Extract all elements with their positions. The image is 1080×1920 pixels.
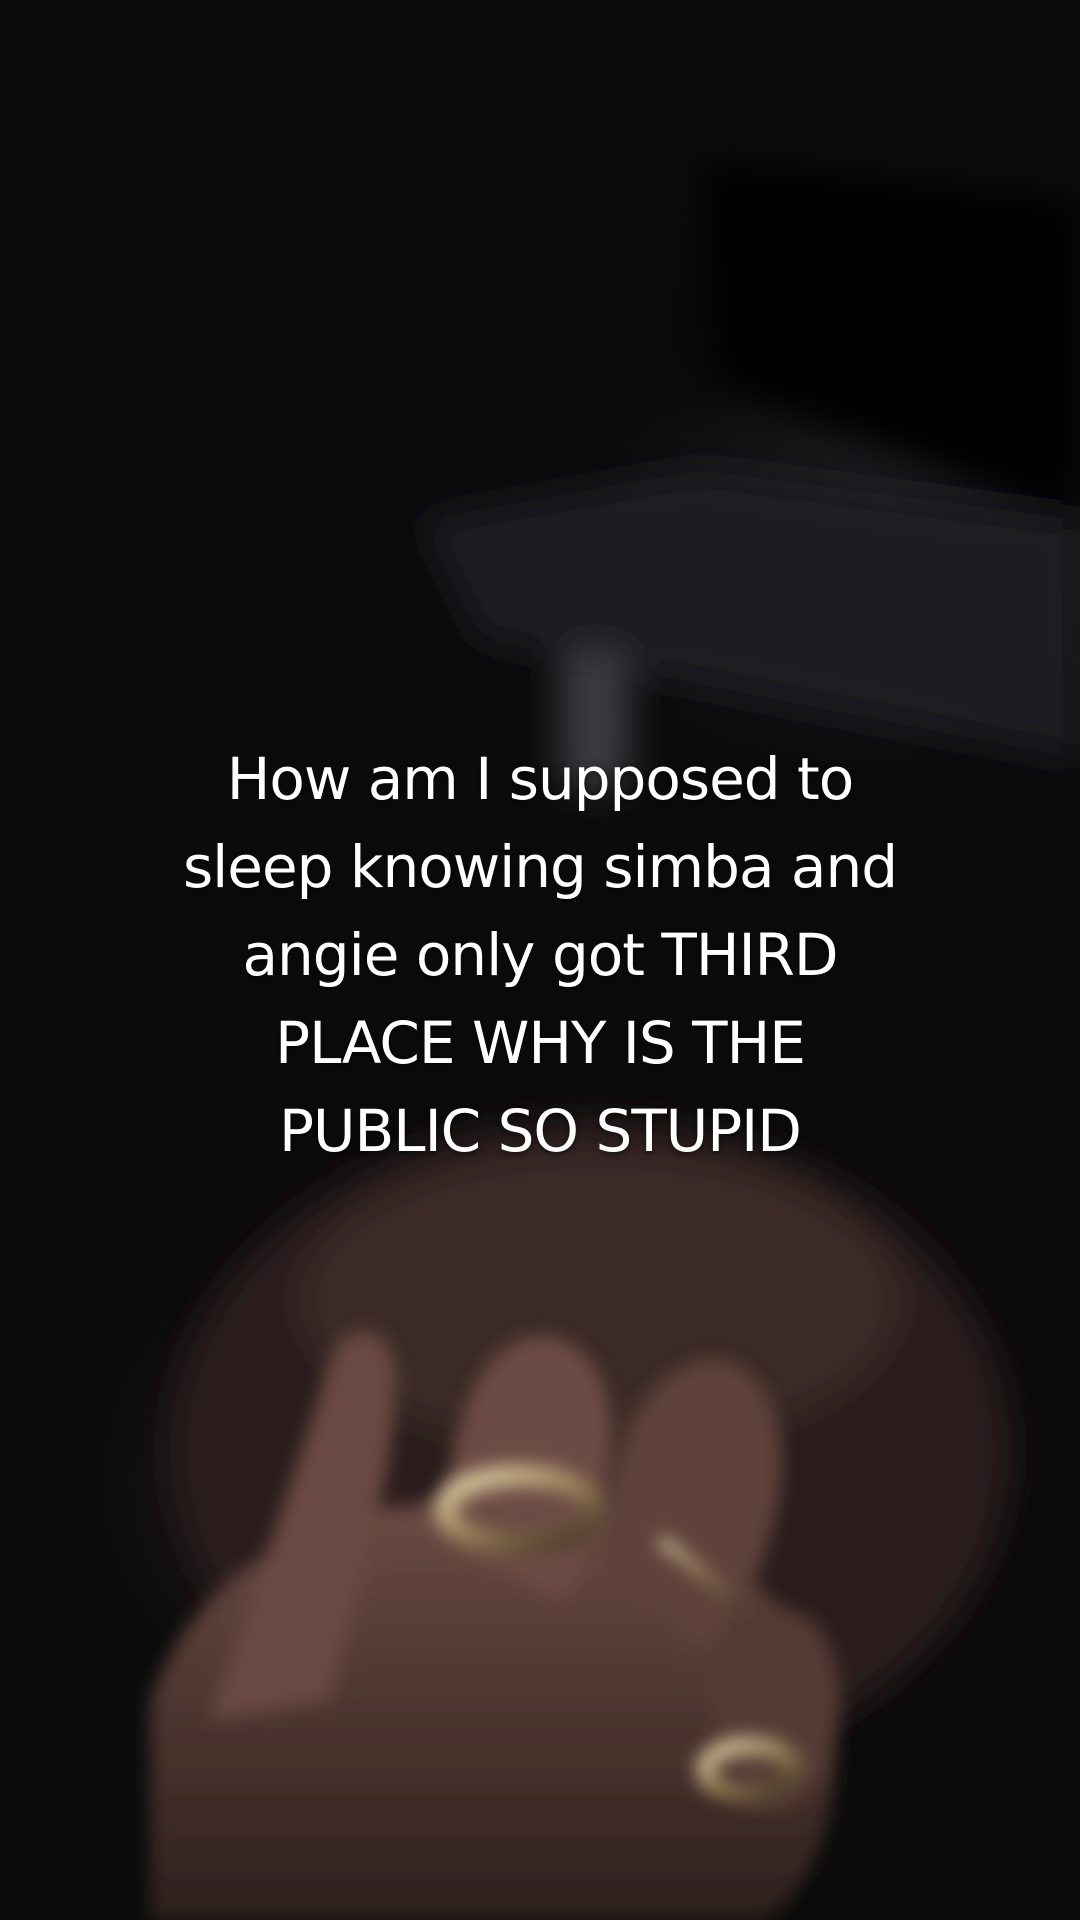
background-shapes: [420, 160, 1080, 790]
video-frame: How am I supposed to sleep knowing simba…: [0, 0, 1080, 1920]
caption-text: How am I supposed to sleep knowing simba…: [182, 745, 898, 1165]
